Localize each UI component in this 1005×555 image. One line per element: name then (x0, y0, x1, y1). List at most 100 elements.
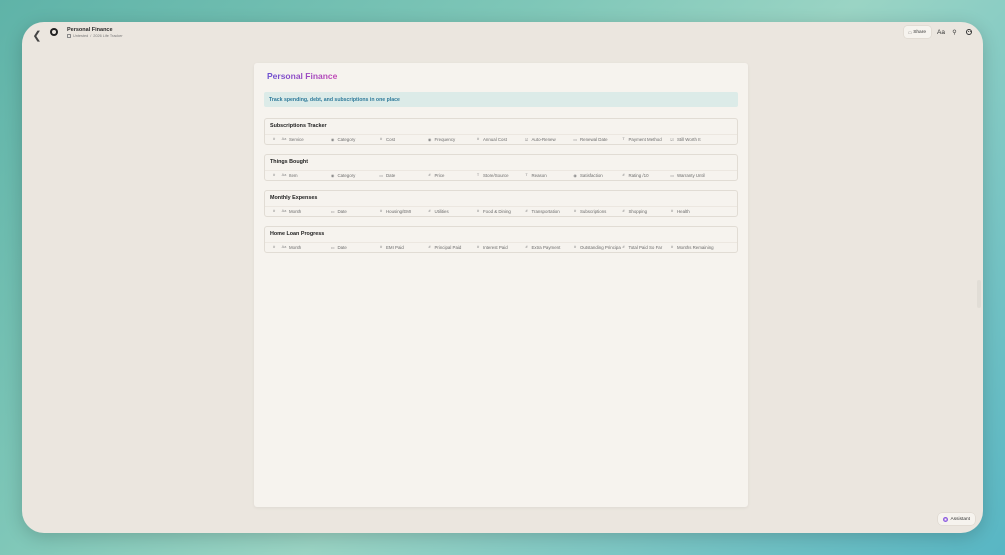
column-header[interactable]: Aa Month (281, 209, 330, 214)
column-label: Auto-Renew (531, 136, 556, 142)
column-header[interactable]: # Cost (378, 137, 427, 142)
breadcrumb-item-untested[interactable]: Untested (73, 34, 88, 38)
column-header[interactable]: # Utilities (427, 209, 476, 214)
property-type-icon: # (670, 209, 674, 213)
row-number-column[interactable]: # (265, 173, 281, 177)
column-header[interactable]: T Payment Method (621, 137, 670, 142)
column-label: Renewal Date (580, 136, 608, 142)
database-things-bought[interactable]: Things Bought # Aa Item ◉ Category ▭ Date # Pric… (264, 154, 738, 181)
column-header[interactable]: ☑ Still Worth It (669, 137, 718, 142)
column-header[interactable]: ☑ Auto-Renew (524, 137, 573, 142)
app-logo-icon[interactable] (50, 28, 58, 36)
row-number-column[interactable]: # (265, 137, 281, 141)
column-header[interactable]: T Reason (524, 173, 573, 178)
column-header[interactable]: # Transportation (524, 209, 573, 214)
column-header[interactable]: ▭ Warranty Until (669, 173, 718, 178)
property-type-icon: # (428, 173, 431, 177)
column-header[interactable]: # Housing/EMI (378, 209, 427, 214)
column-header[interactable]: # Total Paid So Far (621, 245, 670, 250)
row-number-column[interactable]: # (265, 245, 281, 249)
column-header[interactable]: # Extra Payment (524, 245, 573, 250)
assistant-icon (943, 516, 949, 522)
breadcrumb-item-tracker[interactable]: 2026 Life Tracker (93, 34, 122, 38)
property-type-icon: # (379, 209, 383, 213)
database-title[interactable]: Subscriptions Tracker (270, 123, 327, 129)
scrollbar[interactable] (977, 280, 981, 308)
column-label: Food & Dining (483, 208, 511, 214)
column-header[interactable]: # Interest Paid (475, 245, 524, 250)
column-header[interactable]: Aa Item (281, 173, 330, 178)
property-type-icon: Aa (281, 209, 287, 213)
property-type-icon: T (622, 137, 625, 141)
row-number-column[interactable]: # (265, 209, 281, 213)
font-style-button[interactable]: Aa (936, 27, 946, 37)
column-header[interactable]: # Subscriptions (572, 209, 621, 214)
database-monthly-expenses[interactable]: Monthly Expenses # Aa Month ▭ Date # Housing/E… (264, 190, 738, 217)
property-type-icon: # (622, 173, 625, 177)
column-label: Outstanding Principal (580, 244, 621, 250)
column-header[interactable]: ◉ Category (330, 137, 379, 142)
top-bar: ❮ Personal Finance Untested / 2026 Life … (22, 22, 983, 46)
property-type-icon: # (476, 245, 480, 249)
column-header[interactable]: Aa Month (281, 245, 330, 250)
column-label: Subscriptions (580, 208, 607, 214)
back-arrow-icon[interactable]: ❮ (30, 28, 44, 42)
column-header[interactable]: # Months Remaining (669, 245, 718, 250)
pin-icon[interactable]: ⚲ (950, 27, 959, 37)
property-type-icon: # (525, 245, 528, 249)
column-label: Interest Paid (483, 244, 508, 250)
column-header[interactable]: ▭ Date (330, 245, 379, 250)
property-type-icon: ☑ (524, 137, 529, 142)
property-type-icon: # (428, 209, 431, 213)
column-header[interactable]: ▭ Date (330, 209, 379, 214)
breadcrumb: Untested / 2026 Life Tracker (67, 34, 123, 38)
column-header[interactable]: T Store/Source (475, 173, 524, 178)
column-header[interactable]: # EMI Paid (378, 245, 427, 250)
property-type-icon: # (622, 245, 625, 249)
app-window: ❮ Personal Finance Untested / 2026 Life … (22, 22, 983, 533)
database-title[interactable]: Things Bought (270, 159, 308, 165)
share-label: Share (913, 29, 926, 35)
callout-block[interactable]: Track spending, debt, and subscriptions … (264, 92, 738, 107)
column-header[interactable]: ▭ Renewal Date (572, 137, 621, 142)
property-type-icon: # (272, 173, 276, 177)
column-label: Category (337, 172, 356, 178)
column-header[interactable]: # Price (427, 173, 476, 178)
assistant-button[interactable]: Assistant (938, 513, 975, 525)
property-type-icon: # (272, 137, 276, 141)
column-header[interactable]: ▭ Date (378, 173, 427, 178)
column-label: Still Worth It (677, 136, 701, 142)
column-header[interactable]: # Annual Cost (475, 137, 524, 142)
column-header[interactable]: # Health (669, 209, 718, 214)
column-header[interactable]: # Shopping (621, 209, 670, 214)
property-type-icon: ◉ (427, 137, 432, 142)
property-type-icon: # (476, 209, 480, 213)
column-label: Payment Method (628, 136, 662, 142)
column-header[interactable]: ◉ Satisfaction (572, 173, 621, 178)
page-title[interactable]: Personal Finance (267, 71, 337, 81)
column-header[interactable]: ◉ Category (330, 173, 379, 178)
database-title[interactable]: Monthly Expenses (270, 195, 317, 201)
column-header[interactable]: # Food & Dining (475, 209, 524, 214)
column-label: Date (337, 208, 347, 214)
column-header-row: # Aa Service ◉ Category # Cost ◉ Frequency # Annua… (265, 134, 737, 143)
column-header[interactable]: # Principal Paid (427, 245, 476, 250)
share-button[interactable]: □ Share (903, 26, 931, 38)
column-label: Total Paid So Far (628, 244, 663, 250)
property-type-icon: Aa (281, 173, 287, 177)
column-header[interactable]: # Outstanding Principal (572, 245, 621, 250)
database-title[interactable]: Home Loan Progress (270, 231, 324, 237)
property-type-icon: ◉ (330, 137, 335, 142)
column-header[interactable]: # Rating /10 (621, 173, 670, 178)
column-header[interactable]: ◉ Frequency (427, 137, 476, 142)
property-type-icon: T (525, 173, 528, 177)
column-header[interactable]: Aa Service (281, 137, 330, 142)
column-label: Rating /10 (628, 172, 649, 178)
breadcrumb-separator: / (90, 34, 92, 38)
database-subscriptions-tracker[interactable]: Subscriptions Tracker # Aa Service ◉ Categor… (264, 118, 738, 145)
column-label: Satisfaction (580, 172, 603, 178)
property-type-icon: ▭ (330, 209, 335, 214)
column-header-row: # Aa Item ◉ Category ▭ Date # Price T Store/Source… (265, 170, 737, 179)
emoji-icon[interactable] (964, 27, 973, 37)
database-home-loan-progress[interactable]: Home Loan Progress # Aa Month ▭ Date # EMI Pai… (264, 226, 738, 253)
